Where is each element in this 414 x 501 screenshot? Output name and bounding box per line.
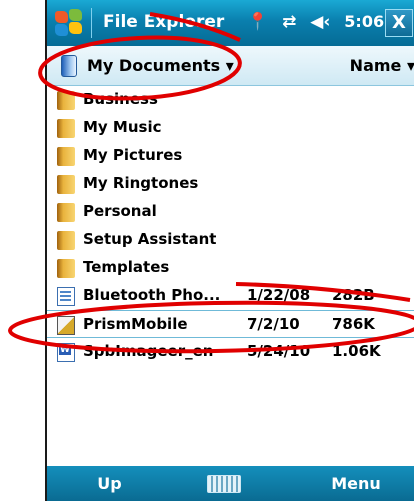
title-bar: File Explorer 📍 ⇄ ◀‹ 5:06 X (47, 0, 414, 46)
list-item-selected[interactable]: PrismMobile 7/2/10 786K (47, 310, 414, 338)
folder-header: My Documents ▾ Name ▾ (47, 46, 414, 86)
file-name: My Pictures (83, 146, 183, 164)
file-size: 282B (332, 286, 375, 304)
file-size: 786K (332, 315, 375, 333)
file-name: My Music (83, 118, 162, 136)
file-size: 1.06K (332, 342, 381, 360)
close-button[interactable]: X (385, 9, 413, 37)
application-icon (57, 316, 75, 335)
file-list: Business My Music My Pictures My Rington… (47, 86, 414, 366)
app-title: File Explorer (103, 12, 225, 32)
file-name: PrismMobile (83, 315, 188, 333)
file-date: 5/24/10 (247, 342, 311, 360)
folder-icon (57, 203, 75, 222)
folder-icon (57, 119, 75, 138)
title-separator (91, 8, 92, 38)
status-icons: 📍 ⇄ ◀‹ 5:06 (247, 12, 384, 32)
menu-softkey[interactable]: Menu (295, 466, 414, 501)
file-name: Personal (83, 202, 157, 220)
chevron-down-icon: ▾ (225, 56, 234, 75)
file-name: My Ringtones (83, 174, 199, 192)
folder-name: My Documents (87, 56, 221, 75)
clock-time[interactable]: 5:06 (344, 12, 384, 31)
folder-icon (57, 175, 75, 194)
device-screen: File Explorer 📍 ⇄ ◀‹ 5:06 X My Documents… (45, 0, 414, 501)
list-item[interactable]: Templates (47, 254, 414, 282)
document-icon (57, 287, 75, 306)
list-item[interactable]: Bluetooth Pho... 1/22/08 282B (47, 282, 414, 310)
chevron-down-icon: ▾ (407, 56, 414, 75)
file-name: Bluetooth Pho... (83, 286, 221, 304)
folder-icon (57, 259, 75, 278)
keyboard-icon[interactable] (207, 475, 241, 493)
file-date: 1/22/08 (247, 286, 311, 304)
folder-icon (57, 231, 75, 250)
sort-name: Name (349, 56, 402, 75)
word-document-icon (57, 343, 75, 362)
softkey-bar: Up Menu (47, 466, 414, 501)
file-name: Setup Assistant (83, 230, 217, 248)
windows-flag-icon[interactable] (53, 8, 83, 38)
list-item[interactable]: SpbImageer_en 5/24/10 1.06K (47, 338, 414, 366)
file-date: 7/2/10 (247, 315, 300, 333)
my-documents-icon (61, 55, 77, 77)
folder-icon (57, 91, 75, 110)
file-name: Business (83, 90, 158, 108)
list-item[interactable]: My Pictures (47, 142, 414, 170)
folder-dropdown[interactable]: My Documents ▾ (87, 56, 234, 75)
file-name: Templates (83, 258, 170, 276)
list-item[interactable]: My Ringtones (47, 170, 414, 198)
file-name: SpbImageer_en (83, 342, 214, 360)
volume-icon[interactable]: ◀‹ (310, 12, 330, 32)
folder-icon (57, 147, 75, 166)
sort-dropdown[interactable]: Name ▾ (350, 56, 414, 75)
list-item[interactable]: Business (47, 86, 414, 114)
list-item[interactable]: Setup Assistant (47, 226, 414, 254)
signal-icon[interactable]: 📍 (247, 12, 268, 32)
connectivity-icon[interactable]: ⇄ (282, 12, 296, 32)
list-item[interactable]: My Music (47, 114, 414, 142)
list-item[interactable]: Personal (47, 198, 414, 226)
up-softkey[interactable]: Up (47, 466, 172, 501)
